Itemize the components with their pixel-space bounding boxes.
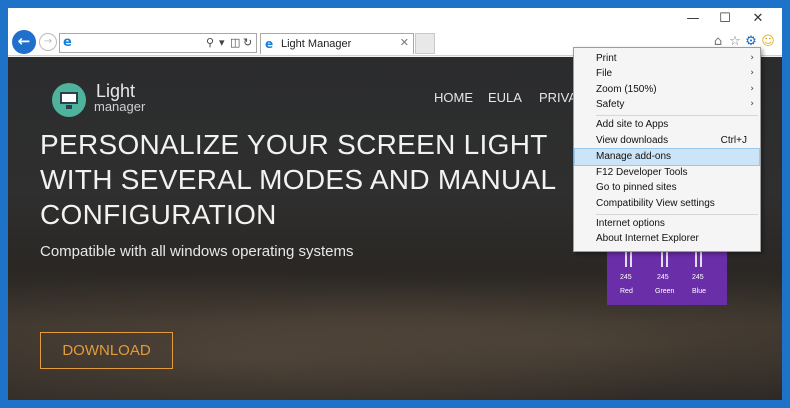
download-button[interactable]: DOWNLOAD bbox=[40, 332, 173, 369]
green-label: Green bbox=[655, 288, 675, 295]
menu-item-zoom[interactable]: Zoom (150%) › bbox=[575, 82, 759, 98]
menu-item-label: Add site to Apps bbox=[596, 119, 669, 130]
menu-item-label: File bbox=[596, 68, 613, 79]
menu-item-label: Manage add-ons bbox=[596, 151, 672, 162]
menu-item-label: Safety bbox=[596, 99, 625, 110]
dropdown-icon[interactable]: ▾ bbox=[219, 35, 225, 51]
chevron-right-icon: › bbox=[750, 68, 754, 78]
menu-separator bbox=[596, 214, 758, 215]
menu-item-label: Internet options bbox=[596, 218, 665, 229]
tab-close-icon[interactable]: ✕ bbox=[400, 36, 409, 50]
menu-item-label: View downloads bbox=[596, 135, 669, 146]
hero-subline: Compatible with all windows operating sy… bbox=[40, 243, 354, 260]
chevron-right-icon: › bbox=[750, 99, 754, 109]
ie-logo-icon: e bbox=[265, 37, 274, 51]
hero-headline: PERSONALIZE YOUR SCREEN LIGHT WITH SEVER… bbox=[40, 129, 556, 230]
blue-label: Blue bbox=[692, 288, 707, 295]
red-value: 245 bbox=[620, 274, 632, 281]
monitor-icon bbox=[60, 92, 78, 104]
green-value: 245 bbox=[657, 274, 669, 281]
logo-text-light: Light bbox=[96, 81, 136, 101]
chevron-right-icon: › bbox=[750, 84, 754, 94]
menu-item-label: Zoom (150%) bbox=[596, 84, 657, 95]
close-button[interactable]: ✕ bbox=[747, 10, 769, 28]
back-arrow-icon[interactable]: ← bbox=[12, 30, 36, 54]
forward-arrow-icon[interactable]: → bbox=[39, 33, 57, 51]
address-bar[interactable]: e ⚲ ▾ ◫ ↻ bbox=[59, 33, 257, 53]
logo-text-manager: manager bbox=[94, 99, 146, 114]
screenshot-frame: — ☐ ✕ ← → e ⚲ ▾ ◫ ↻ e Light Manager ✕ ⌂ … bbox=[0, 0, 790, 408]
menu-separator bbox=[596, 115, 758, 116]
menu-item-pinned-sites[interactable]: Go to pinned sites bbox=[575, 180, 759, 196]
chevron-right-icon: › bbox=[750, 53, 754, 63]
menu-item-internet-options[interactable]: Internet options bbox=[575, 216, 759, 232]
maximize-button[interactable]: ☐ bbox=[714, 10, 736, 28]
menu-item-about-ie[interactable]: About Internet Explorer bbox=[575, 231, 759, 247]
menu-item-file[interactable]: File › bbox=[575, 66, 759, 82]
ie-logo-icon: e bbox=[63, 35, 72, 50]
tab-title: Light Manager bbox=[281, 38, 352, 50]
search-icon[interactable]: ⚲ bbox=[206, 35, 214, 51]
new-tab-button[interactable] bbox=[415, 33, 435, 54]
menu-item-safety[interactable]: Safety › bbox=[575, 97, 759, 113]
minimize-button[interactable]: — bbox=[682, 10, 704, 28]
menu-item-view-downloads[interactable]: View downloads Ctrl+J bbox=[575, 133, 759, 149]
compatibility-icon[interactable]: ◫ bbox=[230, 35, 240, 51]
menu-item-add-site[interactable]: Add site to Apps bbox=[575, 117, 759, 133]
menu-item-label: F12 Developer Tools bbox=[596, 167, 688, 178]
menu-item-print[interactable]: Print › bbox=[575, 51, 759, 67]
smiley-icon[interactable]: ☺ bbox=[760, 33, 776, 51]
browser-window: — ☐ ✕ ← → e ⚲ ▾ ◫ ↻ e Light Manager ✕ ⌂ … bbox=[8, 8, 782, 400]
monitor-stand bbox=[66, 105, 72, 109]
title-bar: — ☐ ✕ bbox=[8, 8, 782, 30]
tools-menu: Print › File › Zoom (150%) › Safety › Add si… bbox=[573, 47, 761, 252]
menu-shortcut: Ctrl+J bbox=[720, 135, 747, 146]
menu-item-label: Print bbox=[596, 53, 617, 64]
nav-eula[interactable]: EULA bbox=[488, 90, 522, 106]
menu-item-label: Go to pinned sites bbox=[596, 182, 677, 193]
nav-home[interactable]: HOME bbox=[434, 90, 473, 106]
menu-item-label: Compatibility View settings bbox=[596, 198, 715, 209]
tab-light-manager[interactable]: e Light Manager ✕ bbox=[260, 33, 414, 54]
menu-item-manage-addons[interactable]: Manage add-ons bbox=[574, 148, 760, 166]
red-label: Red bbox=[620, 288, 633, 295]
menu-item-f12-tools[interactable]: F12 Developer Tools bbox=[575, 165, 759, 181]
blue-value: 245 bbox=[692, 274, 704, 281]
menu-item-label: About Internet Explorer bbox=[596, 233, 699, 244]
refresh-icon[interactable]: ↻ bbox=[243, 35, 252, 51]
menu-item-compat-view[interactable]: Compatibility View settings bbox=[575, 196, 759, 212]
